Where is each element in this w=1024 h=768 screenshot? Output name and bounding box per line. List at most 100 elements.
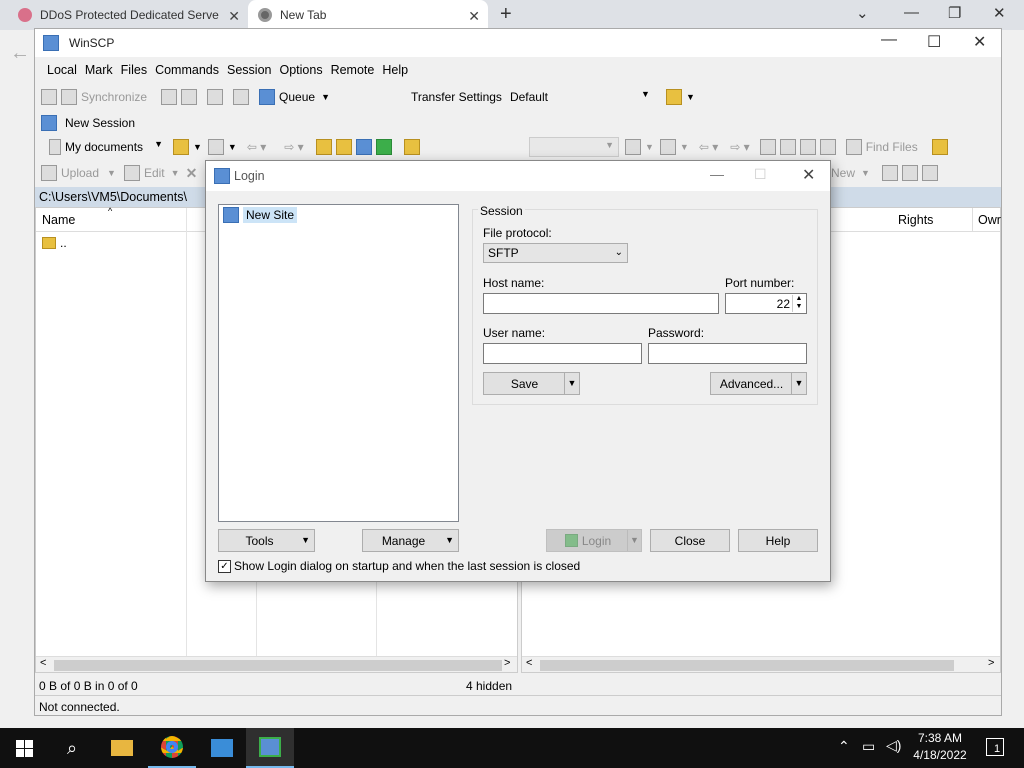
save-button[interactable]: Save ▼ — [483, 372, 580, 395]
transfer-preset-icon[interactable] — [665, 89, 682, 105]
close-icon[interactable]: ✕ — [802, 165, 815, 185]
queue-button[interactable]: Queue — [279, 90, 315, 104]
select-all-icon[interactable] — [881, 165, 898, 181]
menu-session[interactable]: Session — [227, 63, 271, 77]
scroll-left-icon[interactable]: < — [526, 657, 532, 669]
upload-icon[interactable] — [41, 165, 57, 181]
show-on-startup-checkbox[interactable]: ✓ — [218, 559, 231, 573]
file-protocol-select[interactable]: SFTP ⌄ — [483, 243, 628, 263]
tab-search-icon[interactable]: ⌄ — [856, 4, 869, 22]
scroll-left-icon[interactable]: < — [40, 657, 46, 669]
show-on-startup-option[interactable]: ✓ Show Login dialog on startup and when … — [218, 559, 580, 573]
new-session-tab[interactable]: New Session — [65, 116, 135, 130]
chevron-down-icon[interactable]: ▼ — [645, 142, 654, 152]
notifications-icon[interactable]: 1 — [986, 738, 1004, 756]
root-directory-icon[interactable] — [779, 139, 796, 155]
menu-options[interactable]: Options — [279, 63, 322, 77]
find-files-button[interactable]: Find Files — [866, 140, 918, 154]
filter-icon[interactable] — [207, 139, 224, 155]
volume-icon[interactable]: ◁) — [886, 737, 901, 754]
port-number-input[interactable]: 22 ▲ ▼ — [725, 293, 807, 314]
host-name-input[interactable] — [483, 293, 719, 314]
transfer-settings-select[interactable]: Default ▼ — [506, 87, 654, 107]
column-owner-header[interactable]: Owr — [978, 213, 1001, 227]
login-dropdown-icon[interactable]: ▼ — [627, 530, 641, 551]
refresh-icon[interactable] — [819, 139, 836, 155]
close-icon[interactable]: ✕ — [973, 32, 986, 52]
hidden-count[interactable]: 4 hidden — [466, 679, 512, 693]
app-taskbar-button[interactable] — [198, 728, 246, 768]
list-item[interactable]: .. — [42, 236, 67, 250]
menu-remote[interactable]: Remote — [331, 63, 375, 77]
chevron-down-icon[interactable]: ▼ — [171, 168, 180, 178]
menu-mark[interactable]: Mark — [85, 63, 113, 77]
scroll-right-icon[interactable]: > — [504, 657, 510, 669]
synchronize-button[interactable]: Synchronize — [81, 90, 147, 104]
new-button[interactable]: New — [831, 166, 855, 180]
queue-icon[interactable] — [259, 89, 276, 105]
open-folder-icon[interactable] — [173, 139, 189, 155]
maximize-icon[interactable]: ☐ — [927, 32, 941, 52]
help-button[interactable]: Help — [738, 529, 818, 552]
close-icon[interactable]: ✕ — [993, 4, 1006, 22]
menu-local[interactable]: Local — [47, 63, 77, 77]
minimize-icon[interactable]: — — [710, 166, 724, 182]
advanced-button[interactable]: Advanced... ▼ — [710, 372, 807, 395]
edit-button[interactable]: Edit — [144, 166, 165, 180]
site-item-new-site[interactable]: New Site — [223, 207, 298, 223]
back-arrow-icon[interactable]: ← — [10, 42, 30, 65]
new-tab-button[interactable]: + — [500, 3, 512, 26]
preferences-icon[interactable] — [207, 89, 224, 105]
browser-tab-new-tab[interactable]: New Tab ✕ — [248, 0, 488, 30]
tree-icon[interactable] — [403, 139, 420, 155]
remote-horizontal-scrollbar[interactable]: < > — [522, 656, 1000, 672]
password-input[interactable] — [648, 343, 807, 364]
upload-button[interactable]: Upload — [61, 166, 99, 180]
port-spinner-icon[interactable]: ▲ ▼ — [792, 295, 805, 312]
tree-icon[interactable] — [931, 139, 948, 155]
local-horizontal-scrollbar[interactable]: < > — [36, 656, 517, 672]
menu-commands[interactable]: Commands — [155, 63, 219, 77]
save-dropdown-icon[interactable]: ▼ — [564, 373, 579, 394]
synchronize-icon[interactable] — [61, 89, 77, 105]
restore-icon[interactable]: ❐ — [948, 4, 961, 22]
back-icon[interactable]: ⇦ ▾ — [699, 140, 718, 154]
chevron-down-icon[interactable]: ▼ — [193, 142, 202, 152]
file-explorer-button[interactable] — [98, 728, 146, 768]
close-tab-icon[interactable]: ✕ — [468, 8, 480, 25]
start-button[interactable] — [0, 728, 48, 768]
chrome-taskbar-button[interactable] — [148, 728, 196, 768]
login-button[interactable]: Login ▼ — [546, 529, 642, 552]
queue-dropdown-icon[interactable]: ▼ — [321, 92, 330, 102]
site-tree[interactable]: New Site — [218, 204, 459, 522]
tools-button[interactable]: Tools ▼ — [218, 529, 315, 552]
forward-icon[interactable]: ⇨ ▾ — [284, 140, 303, 154]
back-icon[interactable]: ⇦ ▾ — [247, 140, 266, 154]
advanced-dropdown-icon[interactable]: ▼ — [791, 373, 806, 394]
open-folder-icon[interactable] — [625, 139, 641, 155]
search-icon[interactable] — [845, 139, 862, 155]
home-icon[interactable] — [799, 139, 816, 155]
local-location-select[interactable]: My documents ▼ — [45, 137, 167, 157]
winscp-taskbar-button[interactable] — [246, 728, 294, 768]
chevron-down-icon[interactable]: ▼ — [680, 142, 689, 152]
clock[interactable]: 7:38 AM 4/18/2022 — [908, 731, 972, 762]
compare-icon[interactable] — [41, 89, 57, 105]
close-tab-icon[interactable]: ✕ — [228, 8, 240, 25]
show-hidden-icons-icon[interactable]: ⌃ — [838, 738, 850, 755]
local-path[interactable]: C:\Users\VM5\Documents\ — [39, 190, 187, 204]
search-button[interactable]: ⌕ — [48, 728, 96, 768]
chevron-down-icon[interactable]: ▼ — [686, 92, 695, 102]
scroll-right-icon[interactable]: > — [988, 657, 994, 669]
forward-icon[interactable]: ⇨ ▾ — [730, 140, 749, 154]
chevron-down-icon[interactable]: ▼ — [228, 142, 237, 152]
chevron-down-icon[interactable]: ▼ — [861, 168, 870, 178]
refresh-icon[interactable] — [375, 139, 392, 155]
user-name-input[interactable] — [483, 343, 642, 364]
chevron-down-icon[interactable]: ▼ — [107, 168, 116, 178]
column-rights-header[interactable]: Rights — [898, 213, 933, 227]
edit-icon[interactable] — [123, 165, 140, 181]
filter-icon[interactable] — [659, 139, 676, 155]
parent-directory-icon[interactable] — [315, 139, 332, 155]
console-icon[interactable] — [161, 89, 178, 105]
